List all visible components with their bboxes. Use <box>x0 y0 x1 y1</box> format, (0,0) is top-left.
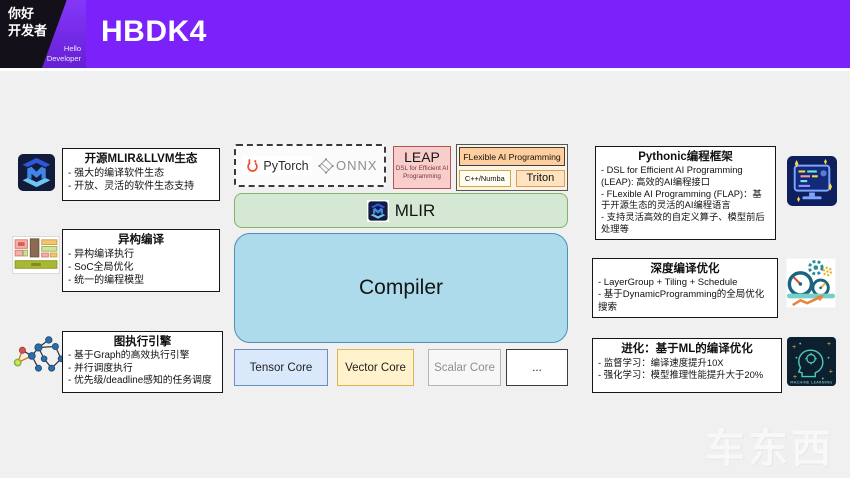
bullet-item: - 优先级/deadline感知的任务调度 <box>68 375 217 388</box>
panel-title: 异构编译 <box>68 233 214 248</box>
logo-english-text: Hello Developer <box>47 44 81 64</box>
panel-graph-execution-engine: 图执行引擎 - 基于Graph的高效执行引擎- 并行调度执行- 优先级/dead… <box>62 331 223 393</box>
pytorch-logo: PyTorch <box>242 156 311 175</box>
svg-text:+: + <box>793 374 798 380</box>
bullet-item: - SoC全局优化 <box>68 261 214 274</box>
slide: 你好 开发者 Hello Developer HBDK4 <box>0 0 850 478</box>
bullet-item: - 强大的编译软件生态 <box>68 167 214 180</box>
flap-group-box: FLexible AI Programming C++/Numba Triton <box>456 144 568 191</box>
pytorch-label: PyTorch <box>263 159 308 173</box>
watermark-text: 车东西 <box>705 416 834 474</box>
onnx-label: ONNX <box>336 158 378 173</box>
logo-cn-line1: 你好 <box>8 6 47 23</box>
svg-text:+: + <box>792 344 797 350</box>
core-tensor: Tensor Core <box>234 349 328 386</box>
task-graph-icon <box>13 333 62 377</box>
onnx-diamond-icon <box>318 158 334 174</box>
bullet-item: - 基于DynamicProgramming的全局优化搜索 <box>598 289 772 314</box>
flap-item-cpp-numba: C++/Numba <box>459 170 511 187</box>
core-vector: Vector Core <box>337 349 414 386</box>
panel-ml-based-optimization: 进化：基于ML的编译优化 - 监督学习：编译速度提升10X- 强化学习：模型推理… <box>592 338 782 393</box>
panel-bullets: - 强大的编译软件生态- 开放、灵活的软件生态支持 <box>68 167 214 193</box>
flap-title: FLexible AI Programming <box>459 147 565 166</box>
bullet-item: - 异构编译执行 <box>68 248 214 261</box>
mlir-label: MLIR <box>395 201 436 221</box>
bullet-item: - DSL for Efficient AI Programming (LEAP… <box>601 165 770 189</box>
machine-learning-icon: + + + + MACHINE LEARNING <box>787 337 836 386</box>
core-scalar: Scalar Core <box>428 349 501 386</box>
speedometer-icon <box>786 258 836 308</box>
mlir-logo-icon <box>18 154 55 191</box>
mlir-badge-icon <box>367 200 389 222</box>
panel-title: 开源MLIR&LLVM生态 <box>68 152 214 167</box>
panel-pythonic-framework: Pythonic编程框架 - DSL for Efficient AI Prog… <box>595 146 776 240</box>
code-editor-icon <box>787 156 837 206</box>
panel-bullets: - LayerGroup + Tiling + Schedule- 基于Dyna… <box>598 277 772 314</box>
svg-text:+: + <box>828 369 833 375</box>
panel-title: 图执行引擎 <box>68 335 217 350</box>
panel-deep-compile-optimization: 深度编译优化 - LayerGroup + Tiling + Schedule-… <box>592 258 778 318</box>
panel-bullets: - 异构编译执行- SoC全局优化- 统一的编程模型 <box>68 248 214 287</box>
panel-bullets: - DSL for Efficient AI Programming (LEAP… <box>601 165 770 236</box>
panel-open-mlir-llvm: 开源MLIR&LLVM生态 - 强大的编译软件生态- 开放、灵活的软件生态支持 <box>62 148 220 201</box>
leap-box: LEAP DSL for Efficient AI Programming <box>393 146 451 189</box>
panel-title: Pythonic编程框架 <box>601 150 770 165</box>
panel-bullets: - 监督学习：编译速度提升10X- 强化学习：模型推理性能提升大于20% <box>598 357 776 381</box>
panel-title: 深度编译优化 <box>598 262 772 277</box>
bullet-item: - 强化学习：模型推理性能提升大于20% <box>598 369 776 381</box>
onnx-logo: ONNX <box>318 158 378 174</box>
svg-text:+: + <box>827 341 832 347</box>
bullet-item: - 监督学习：编译速度提升10X <box>598 357 776 369</box>
hello-developer-logo: 你好 开发者 Hello Developer <box>0 0 86 68</box>
panel-title: 进化：基于ML的编译优化 <box>598 342 776 357</box>
bullet-item: - 统一的编程模型 <box>68 274 214 287</box>
logo-chinese-text: 你好 开发者 <box>8 6 47 40</box>
flap-item-triton: Triton <box>516 170 565 187</box>
mlir-layer-bar: MLIR <box>234 193 568 228</box>
frameworks-box: PyTorch ONNX <box>234 144 386 187</box>
bullet-item: - FLexible AI Programming (FLAP)：基于开源生态的… <box>601 189 770 213</box>
panel-bullets: - 基于Graph的高效执行引擎- 并行调度执行- 优先级/deadline感知… <box>68 350 217 388</box>
compiler-box: Compiler <box>234 233 568 343</box>
bullet-item: - LayerGroup + Tiling + Schedule <box>598 277 772 289</box>
soc-layout-icon <box>12 236 60 274</box>
logo-en-line2: Developer <box>47 54 81 64</box>
pytorch-flame-icon <box>245 158 260 173</box>
logo-en-line1: Hello <box>47 44 81 54</box>
logo-cn-line2: 开发者 <box>8 23 47 40</box>
page-title: HBDK4 <box>101 15 207 49</box>
svg-text:MACHINE LEARNING: MACHINE LEARNING <box>790 381 832 385</box>
bullet-item: - 并行调度执行 <box>68 363 217 376</box>
leap-subtitle: DSL for Efficient AI Programming <box>394 165 450 180</box>
compiler-label: Compiler <box>359 276 443 300</box>
bullet-item: - 开放、灵活的软件生态支持 <box>68 180 214 193</box>
core-more: ... <box>506 349 568 386</box>
diagram-area: 开源MLIR&LLVM生态 - 强大的编译软件生态- 开放、灵活的软件生态支持 … <box>0 71 850 478</box>
header-bar: 你好 开发者 Hello Developer HBDK4 <box>0 0 850 68</box>
bullet-item: - 支持灵活高效的自定义算子、模型前后处理等 <box>601 212 770 236</box>
leap-title: LEAP <box>394 149 450 165</box>
panel-heterogeneous-compile: 异构编译 - 异构编译执行- SoC全局优化- 统一的编程模型 <box>62 229 220 292</box>
flap-items: C++/Numba Triton <box>459 170 565 187</box>
bullet-item: - 基于Graph的高效执行引擎 <box>68 350 217 363</box>
